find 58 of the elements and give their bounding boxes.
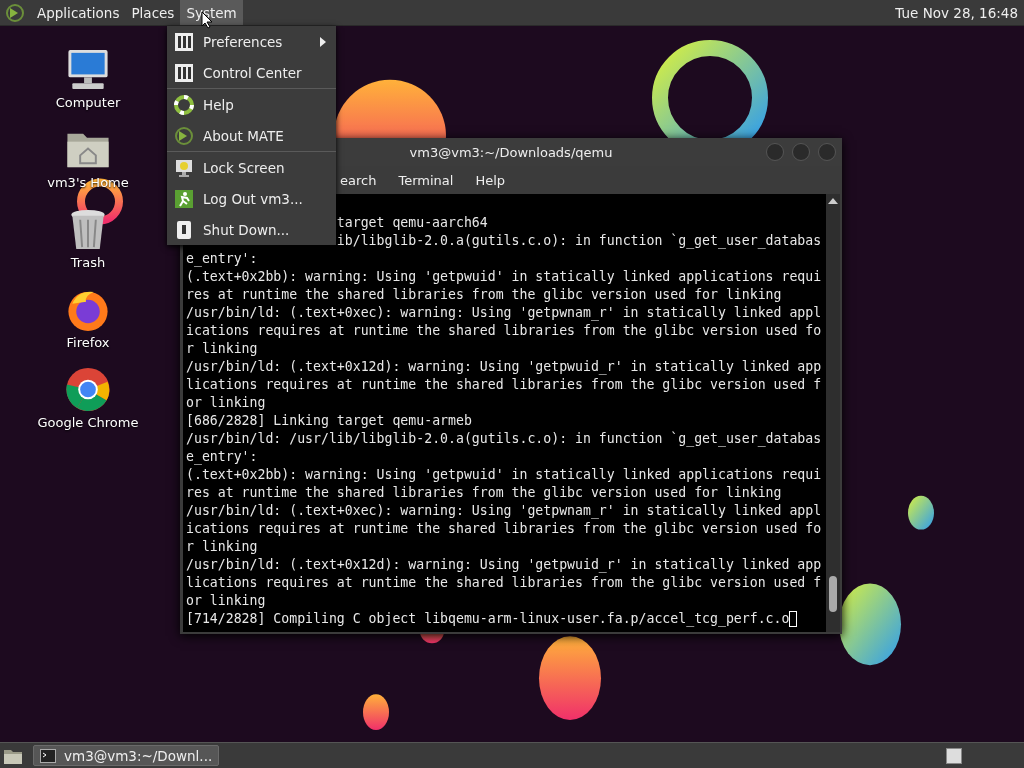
terminal-line: [714/2828] Compiling C object libqemu-arm-linux-user.fa.p/accel_tcg_perf.c.o xyxy=(186,610,790,628)
chrome-icon[interactable] xyxy=(64,366,112,413)
menu-item[interactable]: Control Center xyxy=(167,57,336,88)
terminal-line: e_entry': xyxy=(186,448,258,466)
terminal-line: (.text+0x2bb): warning: Using 'getpwuid' in statically linked applications requi xyxy=(186,268,822,286)
workspace-switcher[interactable] xyxy=(946,747,962,764)
terminal-line: /usr/bin/ld: (.text+0x12d): warning: Using 'getpwuid_r' in statically linked app xyxy=(186,358,822,376)
terminal-line: lications requires at runtime the shared libraries from the glibc version used f xyxy=(186,574,822,592)
menu-item[interactable]: Help xyxy=(475,172,513,188)
desktop-icon-label[interactable]: Google Chrome xyxy=(37,415,139,430)
exit-icon xyxy=(174,188,194,209)
terminal-line: lications requires at runtime the shared libraries from the glibc version used f xyxy=(186,376,822,394)
terminal-line: ib/libglib-2.0.a(gutils.c.o): in function `g_get_user_databas xyxy=(336,232,822,250)
menu-item[interactable]: Terminal xyxy=(398,172,462,188)
terminal-line: /usr/bin/ld: (.text+0xec): warning: Using 'getpwnam_r' in statically linked appl xyxy=(186,502,822,520)
terminal-line: target qemu-aarch64 xyxy=(336,214,488,232)
terminal-line: ications requires at runtime the shared libraries from the glibc version used fo xyxy=(186,520,822,538)
menu-item[interactable]: Log Out vm3... xyxy=(167,183,336,214)
terminal-line: or linking xyxy=(186,592,266,610)
scroll-thumb[interactable] xyxy=(829,576,837,612)
panel-menu[interactable]: Applications xyxy=(31,0,126,25)
menu-item[interactable]: Preferences xyxy=(167,26,336,57)
power-switch-icon xyxy=(174,219,194,240)
settings-panel-icon xyxy=(174,31,194,52)
terminal-line: res at runtime the shared libraries from the glibc version used for linking xyxy=(186,484,782,502)
terminal-line: /usr/bin/ld: /usr/lib/libglib-2.0.a(gutils.c.o): in function `g_get_user_databas xyxy=(186,430,822,448)
taskbar-button[interactable]: vm3@vm3:~/Downl... xyxy=(33,745,220,766)
desktop-icon-label[interactable]: Computer xyxy=(55,95,121,110)
help-icon xyxy=(174,94,194,115)
scroll-up-icon[interactable] xyxy=(828,198,838,204)
panel-menu[interactable]: System xyxy=(180,0,243,25)
desktop-icon-label[interactable]: Firefox xyxy=(66,335,110,350)
menu-item[interactable]: earch xyxy=(340,172,385,188)
terminal-line: (.text+0x2bb): warning: Using 'getpwuid' in statically linked applications requi xyxy=(186,466,822,484)
terminal-line: r linking xyxy=(186,340,258,358)
panel-menu[interactable]: Places xyxy=(125,0,181,25)
menu-item[interactable]: Lock Screen xyxy=(167,152,336,183)
mate-logo-icon[interactable] xyxy=(5,2,25,23)
desktop-icon-label[interactable]: Trash xyxy=(70,255,106,270)
scrollbar[interactable] xyxy=(826,194,840,632)
terminal-line: r linking xyxy=(186,538,258,556)
terminal-line: or linking xyxy=(186,394,266,412)
window-title: vm3@vm3:~/Downloads/qemu xyxy=(409,144,613,160)
terminal-line: /usr/bin/ld: (.text+0xec): warning: Using 'getpwnam_r' in statically linked appl xyxy=(186,304,822,322)
terminal-line: [686/2828] Linking target qemu-armeb xyxy=(186,412,472,430)
clock[interactable]: Tue Nov 28, 16:48 xyxy=(895,4,1018,21)
settings-panel-icon xyxy=(174,62,194,83)
terminal-line: /usr/bin/ld: (.text+0x12d): warning: Using 'getpwuid_r' in statically linked app xyxy=(186,556,822,574)
menu-item[interactable]: About MATE xyxy=(167,120,336,151)
menu-item[interactable]: Help xyxy=(167,89,336,120)
terminal-line: ications requires at runtime the shared libraries from the glibc version used fo xyxy=(186,322,822,340)
mate-logo-icon xyxy=(174,125,194,146)
terminal-icon xyxy=(40,748,56,763)
terminal-line: e_entry': xyxy=(186,250,258,268)
terminal-line: res at runtime the shared libraries from the glibc version used for linking xyxy=(186,286,782,304)
menu-item[interactable]: Shut Down... xyxy=(167,214,336,245)
lock-screen-icon xyxy=(174,157,194,178)
text-cursor xyxy=(789,611,798,627)
